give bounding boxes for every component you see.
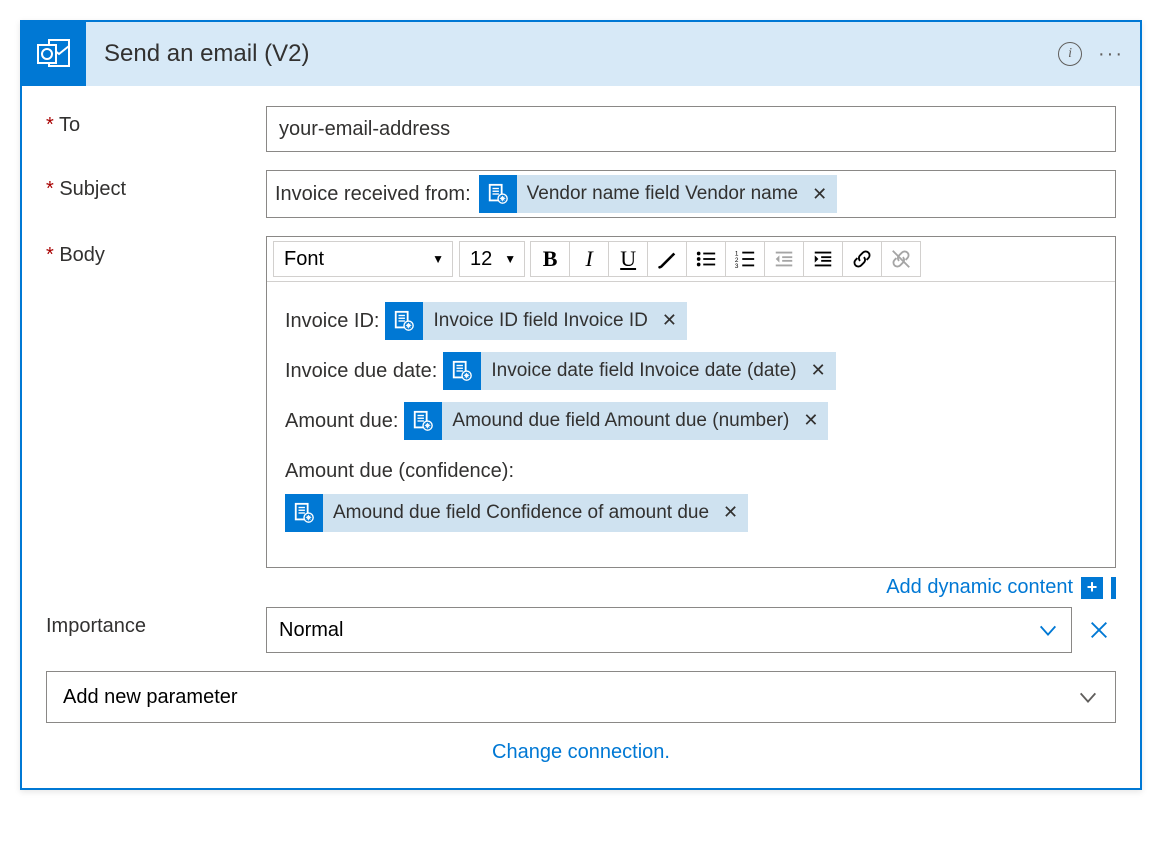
token-label: Amound due field Confidence of amount du… — [333, 491, 709, 535]
underline-button[interactable]: U — [608, 241, 648, 277]
body-line: Invoice ID: Invoice ID field Invoice ID … — [285, 298, 1097, 344]
token-label: Amound due field Amount due (number) — [452, 399, 789, 443]
add-new-parameter-select[interactable]: Add new parameter — [46, 671, 1116, 723]
token-amount-confidence[interactable]: Amound due field Confidence of amount du… — [285, 494, 748, 532]
add-dynamic-plus-icon[interactable]: + — [1081, 577, 1103, 599]
outlook-icon — [22, 22, 86, 86]
label-body: Body — [46, 236, 266, 267]
token-icon — [285, 494, 323, 532]
token-icon — [385, 302, 423, 340]
add-param-label: Add new parameter — [63, 686, 238, 709]
body-text: Amount due: — [285, 398, 398, 444]
unlink-button[interactable] — [881, 241, 921, 277]
font-label: Font — [284, 248, 324, 271]
body-line: Amount due: Amound due field Amount due … — [285, 398, 1097, 444]
token-invoice-date[interactable]: Invoice date field Invoice date (date) ✕ — [443, 352, 835, 390]
add-dynamic-content-link[interactable]: Add dynamic content — [886, 576, 1073, 599]
font-select[interactable]: Font ▼ — [273, 241, 453, 277]
info-icon[interactable]: i — [1058, 42, 1082, 66]
card-header: Send an email (V2) i ··· — [22, 22, 1140, 86]
action-card: Send an email (V2) i ··· To your-email-a… — [20, 20, 1142, 790]
bullet-list-button[interactable] — [686, 241, 726, 277]
indent-button[interactable] — [803, 241, 843, 277]
to-value: your-email-address — [279, 118, 450, 141]
subject-input[interactable]: Invoice received from: Vendor name field… — [266, 170, 1116, 218]
font-size-select[interactable]: 12 ▼ — [459, 241, 525, 277]
size-label: 12 — [470, 248, 492, 271]
body-editor[interactable]: Invoice ID: Invoice ID field Invoice ID … — [267, 282, 1115, 567]
remove-importance-button[interactable] — [1088, 619, 1116, 641]
token-icon — [443, 352, 481, 390]
token-remove[interactable]: ✕ — [719, 492, 742, 533]
label-to: To — [46, 106, 266, 137]
body-line: Invoice due date: Invoice date field Inv… — [285, 348, 1097, 394]
outdent-button[interactable] — [764, 241, 804, 277]
dynamic-tab-handle[interactable] — [1111, 577, 1116, 599]
rte-toolbar: Font ▼ 12 ▼ B I U — [267, 237, 1115, 282]
svg-text:3: 3 — [735, 263, 739, 270]
token-remove[interactable]: ✕ — [799, 400, 822, 441]
body-text: Amount due (confidence): — [285, 460, 514, 482]
control-to: your-email-address — [266, 106, 1116, 152]
control-subject: Invoice received from: Vendor name field… — [266, 170, 1116, 218]
token-remove[interactable]: ✕ — [658, 300, 681, 341]
header-actions: i ··· — [1058, 42, 1124, 66]
chevron-down-icon — [1077, 686, 1099, 708]
control-importance: Normal — [266, 607, 1116, 653]
subject-prefix: Invoice received from: — [275, 183, 471, 206]
italic-button[interactable]: I — [569, 241, 609, 277]
body-text: Invoice due date: — [285, 348, 437, 394]
token-invoice-id[interactable]: Invoice ID field Invoice ID ✕ — [385, 302, 686, 340]
chevron-down-icon — [1037, 619, 1059, 641]
row-importance: Importance Normal — [46, 607, 1116, 653]
bold-button[interactable]: B — [530, 241, 570, 277]
number-list-button[interactable]: 123 — [725, 241, 765, 277]
rich-text-editor: Font ▼ 12 ▼ B I U — [266, 236, 1116, 568]
token-label: Vendor name field Vendor name — [527, 183, 798, 205]
control-body: Font ▼ 12 ▼ B I U — [266, 236, 1116, 599]
importance-select[interactable]: Normal — [266, 607, 1072, 653]
token-amount-due[interactable]: Amound due field Amount due (number) ✕ — [404, 402, 828, 440]
card-title: Send an email (V2) — [86, 40, 1058, 68]
row-body: Body Font ▼ 12 ▼ B I U — [46, 236, 1116, 599]
card-body: To your-email-address Subject Invoice re… — [22, 86, 1140, 788]
link-button[interactable] — [842, 241, 882, 277]
caret-down-icon: ▼ — [432, 252, 444, 266]
label-importance: Importance — [46, 607, 266, 638]
token-remove[interactable]: ✕ — [808, 184, 831, 205]
label-subject: Subject — [46, 170, 266, 201]
change-connection-link[interactable]: Change connection. — [46, 723, 1116, 774]
to-input[interactable]: your-email-address — [266, 106, 1116, 152]
color-picker-button[interactable] — [647, 241, 687, 277]
row-to: To your-email-address — [46, 106, 1116, 152]
caret-down-icon: ▼ — [504, 252, 516, 266]
token-label: Invoice date field Invoice date (date) — [491, 349, 796, 393]
dynamic-content-row: Add dynamic content + — [266, 576, 1116, 599]
token-label: Invoice ID field Invoice ID — [433, 299, 647, 343]
token-icon — [479, 175, 517, 213]
more-menu[interactable]: ··· — [1098, 43, 1124, 66]
importance-value: Normal — [279, 619, 343, 642]
token-icon — [404, 402, 442, 440]
token-vendor-name[interactable]: Vendor name field Vendor name ✕ — [479, 175, 838, 213]
token-remove[interactable]: ✕ — [807, 350, 830, 391]
body-line: Amount due (confidence): Amound due fiel… — [285, 448, 1097, 541]
row-subject: Subject Invoice received from: Vendor na… — [46, 170, 1116, 218]
body-text: Invoice ID: — [285, 298, 379, 344]
